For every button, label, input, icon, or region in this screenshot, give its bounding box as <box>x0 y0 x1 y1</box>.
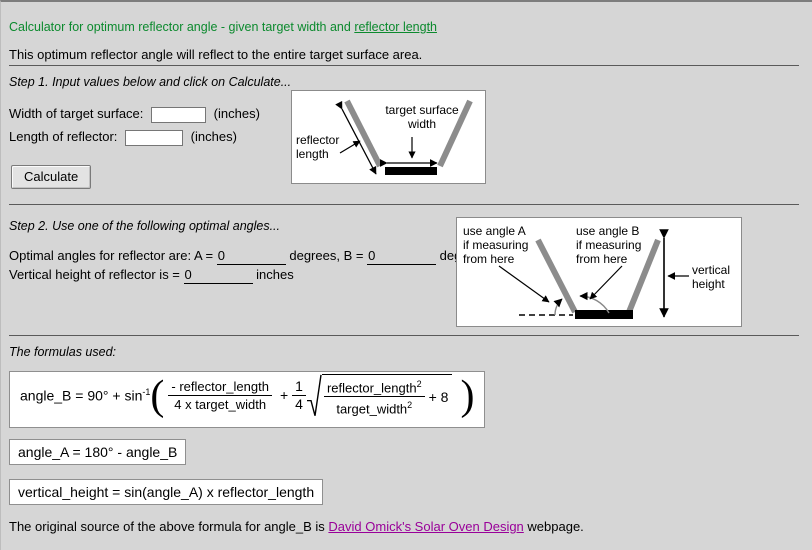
frac-squares: reflector_length2 target_width2 <box>323 377 425 417</box>
page-title: Calculator for optimum reflector angle -… <box>9 8 805 36</box>
paren-close: ) <box>460 373 475 420</box>
step2-label: Step 2. Use one of the following optimal… <box>9 219 280 233</box>
width-label: Width of target surface: <box>9 106 144 121</box>
degrees-comma-label: degrees, B = <box>285 248 368 263</box>
length-label: Length of reflector: <box>9 129 118 144</box>
step1-length-row: Length of reflector: (inches) <box>9 128 237 146</box>
solar-oven-design-link[interactable]: David Omick's Solar Oven Design <box>328 519 523 534</box>
footer-source: The original source of the above formula… <box>9 519 584 534</box>
height-prefix: Vertical height of reflector is = <box>9 267 184 282</box>
formulas-label: The formulas used: <box>9 345 116 359</box>
angle-b-pointer <box>589 265 623 300</box>
formula-angle-a-box: angle_A = 180° - angle_B <box>9 439 187 465</box>
angle-a-arc <box>553 298 563 316</box>
step1-label: Step 1. Input values below and click on … <box>9 75 292 89</box>
reflector-length-link[interactable]: reflector length <box>354 20 437 34</box>
radical-icon <box>306 374 322 416</box>
sq-denominator-exponent: 2 <box>407 400 413 411</box>
angle-a-value: 0 <box>216 247 286 265</box>
divider-top <box>9 65 799 66</box>
reflector-length-pointer <box>339 140 361 154</box>
angles-prefix: Optimal angles for reflector are: A = <box>9 248 217 263</box>
left-reflector-shape-2 <box>535 238 578 314</box>
footer-pre-text: The original source of the above formula… <box>9 519 329 534</box>
square-root-group: reflector_length2 target_width2 + 8 <box>306 374 453 417</box>
formula-angle-b-lhs: angle_B = 90° + sin-1 <box>20 387 151 404</box>
angle-b-value: 0 <box>367 247 437 265</box>
sq-numerator-exponent: 2 <box>416 379 422 389</box>
sq-numerator: reflector_length <box>326 380 417 396</box>
page-root: Calculator for optimum reflector angle -… <box>0 0 812 550</box>
frac-reflector-over-target: - reflector_length 4 x target_width <box>168 379 272 412</box>
formula-angle-a-text: angle_A = 180° - angle_B <box>18 444 178 460</box>
calculate-button[interactable]: Calculate <box>11 165 92 189</box>
width-input[interactable] <box>151 106 207 123</box>
frac1-denominator: 4 x target_width <box>174 396 267 412</box>
page-subtitle: This optimum reflector angle will reflec… <box>9 47 423 62</box>
paren-open: ( <box>150 373 165 420</box>
diagram-angle-reference: use angle A if measuring from here use a… <box>456 217 742 327</box>
height-units: inches <box>252 267 294 282</box>
quarter-numerator: 1 <box>292 378 306 396</box>
page-title-text: Calculator for optimum reflector angle -… <box>9 20 355 34</box>
frac-one-quarter: 1 4 <box>292 378 306 412</box>
diagram2-vertical-height-label: vertical height <box>692 263 731 291</box>
step2-height-row: Vertical height of reflector is = 0 inch… <box>9 266 294 284</box>
diagram1-target-width-label: target surface width <box>385 103 459 131</box>
plus-eight: + 8 <box>428 388 449 405</box>
width-units: (inches) <box>213 106 260 121</box>
footer-post-text: webpage. <box>523 519 584 534</box>
quarter-denominator: 4 <box>295 395 303 412</box>
target-surface-shape <box>385 167 437 175</box>
step2-angles-row: Optimal angles for reflector are: A = 0 … <box>9 247 490 265</box>
frac1-numerator: reflector_length <box>179 378 269 394</box>
radicand: reflector_length2 target_width2 + 8 <box>321 374 453 417</box>
diagram1-reflector-length-label: reflector length <box>296 133 340 161</box>
vertical-height-value: 0 <box>183 266 253 284</box>
formula-angle-b-box: angle_B = 90° + sin-1( - reflector_lengt… <box>9 371 486 428</box>
step1-width-row: Width of target surface: (inches) <box>9 105 260 123</box>
negative-sign: - <box>171 378 176 394</box>
step1-block: Step 1. Input values below and click on … <box>9 75 292 89</box>
length-units: (inches) <box>190 129 237 144</box>
divider-step2 <box>9 204 799 205</box>
diagram2-angle-a-label: use angle A if measuring from here <box>463 224 529 266</box>
target-surface-shape-2 <box>575 310 633 319</box>
sq-denominator: target_width <box>336 401 408 417</box>
diagram-reflector-geometry: reflector length target surface width <box>291 90 486 184</box>
formula-vertical-height-text: vertical_height = sin(angle_A) x reflect… <box>18 484 315 500</box>
diagram2-angle-b-label: use angle B if measuring from here <box>576 224 642 266</box>
divider-formulas <box>9 335 799 336</box>
length-input[interactable] <box>125 129 184 146</box>
plus-operator: + <box>279 387 289 404</box>
content-container: Calculator for optimum reflector angle -… <box>9 8 805 64</box>
formula-vertical-height-box: vertical_height = sin(angle_A) x reflect… <box>9 479 324 505</box>
angle-a-pointer <box>498 265 550 303</box>
